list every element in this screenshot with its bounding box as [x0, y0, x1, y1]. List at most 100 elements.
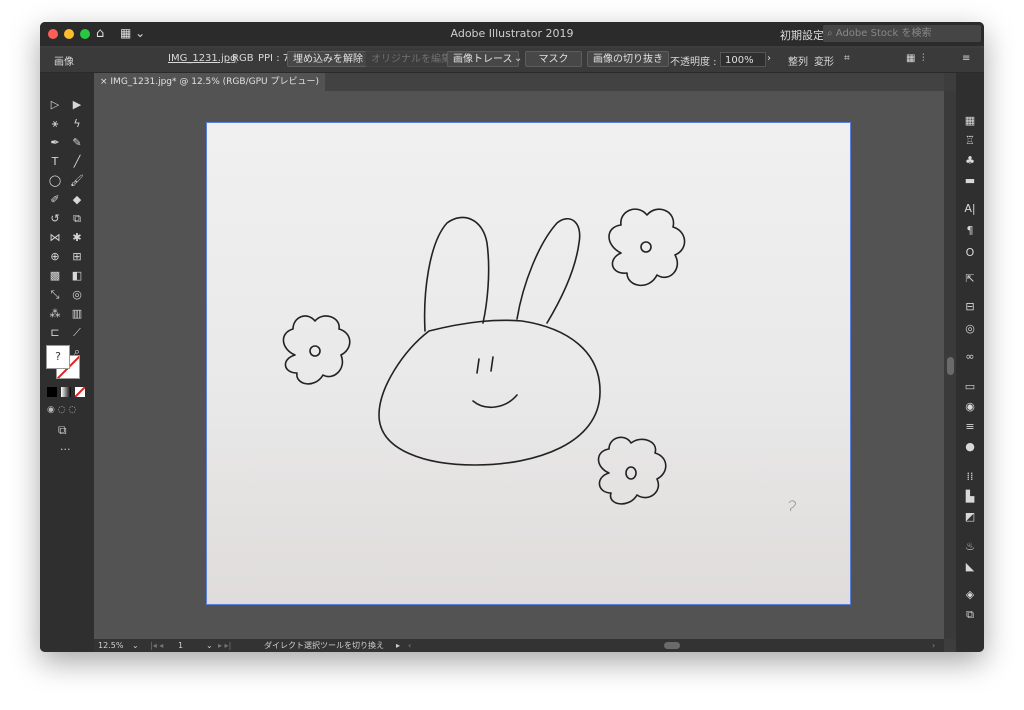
puppet-warp-tool-icon[interactable]: ✱ — [66, 228, 88, 247]
canvas-area[interactable] — [94, 91, 944, 639]
flower-left — [282, 315, 351, 385]
pathfinder-panel-icon[interactable]: ∞ — [962, 349, 978, 365]
gradient-panel-icon[interactable]: ▭ — [962, 379, 978, 395]
panel-layout-icon[interactable]: ⫶ — [922, 53, 925, 64]
opacity-expand-icon[interactable]: › — [767, 53, 771, 64]
symbol-sprayer-tool-icon[interactable]: ⁂ — [44, 304, 66, 323]
mask-button[interactable]: マスク — [525, 51, 582, 67]
layers-panel-icon[interactable]: ◈ — [962, 587, 978, 603]
export-panel-icon[interactable]: ⇱ — [962, 271, 978, 287]
next-last-artboard-icon[interactable]: ▸ ▸| — [218, 639, 231, 652]
transparency-panel-icon[interactable]: ● — [962, 439, 978, 455]
shape-builder-tool-icon[interactable]: ⊕ — [44, 247, 66, 266]
appearance-panel-icon[interactable]: ◎ — [962, 321, 978, 337]
color-panel-icon[interactable]: ◉ — [962, 399, 978, 415]
color-mode-icon[interactable] — [47, 387, 57, 397]
fill-stroke-swatches[interactable]: ? — [46, 345, 80, 379]
crop-image-button[interactable]: 画像の切り抜き — [587, 51, 669, 67]
document-tab[interactable]: × IMG_1231.jpg* @ 12.5% (RGB/GPU プレビュー) — [94, 73, 325, 91]
width-tool-icon[interactable]: ⋈ — [44, 228, 66, 247]
placed-image-artboard[interactable] — [206, 122, 851, 605]
arrange-documents-icon[interactable]: ▦ — [906, 53, 915, 64]
curvature-tool-icon[interactable]: ✎ — [66, 133, 88, 152]
rotate-tool-icon[interactable]: ↺ — [44, 209, 66, 228]
character-panel-icon[interactable]: A| — [962, 201, 978, 217]
scale-tool-icon[interactable]: ⧉ — [66, 209, 88, 228]
flower-top-right — [608, 208, 686, 287]
vertical-scrollbar[interactable] — [944, 91, 956, 639]
isolate-group-icon[interactable]: ⌗ — [844, 53, 850, 64]
artboard-dropdown-icon[interactable]: ⌄ — [206, 639, 213, 652]
linked-file-name[interactable]: IMG_1231.jpg — [168, 53, 236, 64]
gradient-mode-icon[interactable] — [61, 387, 71, 397]
symbols-panel-icon[interactable]: ♣ — [962, 153, 978, 169]
opentype-panel-icon[interactable]: O — [962, 245, 978, 261]
swatches-panel-icon[interactable]: ◣ — [962, 559, 978, 575]
selection-tool-icon[interactable]: ▷ — [44, 95, 66, 114]
paragraph-panel-icon[interactable]: ¶ — [962, 223, 978, 239]
transform-panel-icon[interactable]: ⁞⁞ — [962, 469, 978, 485]
gradient-tool-icon[interactable]: ◧ — [66, 266, 88, 285]
eraser-tool-icon[interactable]: ◆ — [66, 190, 88, 209]
flower-top-right-center — [640, 241, 652, 253]
scroll-left-icon[interactable]: ‹ — [408, 639, 411, 652]
links-panel-icon[interactable]: ⊟ — [962, 299, 978, 315]
brushes-panel-icon[interactable]: ♨ — [962, 539, 978, 555]
shaper-tool-icon[interactable]: ✐ — [44, 190, 66, 209]
artboards-panel-icon[interactable]: ⧉ — [962, 607, 978, 623]
bunny-right-ear-stroke — [516, 218, 581, 324]
graphic-styles-panel-icon[interactable]: ▬ — [962, 173, 978, 189]
control-bar-menu-icon[interactable]: ≡ — [962, 53, 970, 64]
vertical-scroll-thumb[interactable] — [947, 357, 954, 375]
magic-wand-tool-icon[interactable]: ⚹ — [44, 114, 66, 133]
control-bar: 画像 IMG_1231.jpg RGB PPI : 72 埋め込みを解除 オリジ… — [40, 48, 984, 73]
adobe-stock-search[interactable]: ⌕ Adobe Stock を検索 — [823, 25, 981, 42]
zoom-level-field[interactable]: 12.5% — [98, 639, 123, 652]
status-bar: 12.5% ⌄ |◂ ◂ 1 ⌄ ▸ ▸| ダイレクト選択ツールを切り換え ▸ … — [94, 639, 944, 652]
type-tool-icon[interactable]: T — [44, 152, 66, 171]
close-tab-icon[interactable]: × — [100, 77, 110, 87]
image-trace-dropdown-icon[interactable]: ⌄ — [514, 53, 522, 64]
column-graph-tool-icon[interactable]: ▥ — [66, 304, 88, 323]
lasso-tool-icon[interactable]: ϟ — [66, 114, 88, 133]
none-mode-icon[interactable] — [75, 387, 85, 397]
perspective-grid-tool-icon[interactable]: ⊞ — [66, 247, 88, 266]
opacity-field[interactable]: 100% — [720, 52, 766, 67]
pencil-mark — [788, 500, 796, 512]
transform-link[interactable]: 変形 — [814, 53, 834, 68]
artboard-number-field[interactable]: 1 — [178, 639, 183, 652]
align-link[interactable]: 整列 — [788, 53, 808, 68]
edit-toolbar-icon[interactable]: ··· — [60, 443, 71, 456]
flower-bottom-center — [625, 466, 637, 480]
bunny-eye-left — [476, 358, 480, 374]
unembed-button[interactable]: 埋め込みを解除 — [287, 51, 369, 67]
properties-panel-icon[interactable]: ▦ — [962, 113, 978, 129]
first-prev-artboard-icon[interactable]: |◂ ◂ — [150, 639, 163, 652]
image-trace-button[interactable]: 画像トレース — [447, 51, 519, 67]
zoom-dropdown-icon[interactable]: ⌄ — [132, 639, 139, 652]
slice-tool-icon[interactable]: ⟋ — [66, 323, 88, 342]
search-icon: ⌕ — [827, 28, 836, 39]
bunny-head-stroke — [378, 319, 601, 466]
libraries-panel-icon[interactable]: ♖ — [962, 133, 978, 149]
eyedropper-tool-icon[interactable]: ⤡ — [44, 285, 66, 304]
blend-tool-icon[interactable]: ◎ — [66, 285, 88, 304]
paintbrush-tool-icon[interactable]: 🖌 — [66, 171, 88, 190]
horizontal-scroll-thumb[interactable] — [664, 642, 680, 649]
draw-mode-icon[interactable]: ◉ ◌ ◌ — [47, 405, 76, 415]
status-menu-icon[interactable]: ▸ — [396, 639, 400, 652]
scroll-right-icon[interactable]: › — [932, 639, 935, 652]
pen-tool-icon[interactable]: ✒ — [44, 133, 66, 152]
pathfinder-shapes-icon[interactable]: ◩ — [962, 509, 978, 525]
line-segment-tool-icon[interactable]: ╱ — [66, 152, 88, 171]
direct-selection-tool-icon[interactable]: ▶ — [66, 95, 88, 114]
fill-swatch[interactable]: ? — [46, 345, 70, 369]
mesh-tool-icon[interactable]: ▩ — [44, 266, 66, 285]
edit-original-button[interactable]: オリジナルを編集 — [365, 51, 457, 67]
ellipse-tool-icon[interactable]: ◯ — [44, 171, 66, 190]
screen-mode-icon[interactable]: ⧉ — [58, 423, 67, 438]
stroke-panel-icon[interactable]: ≡ — [962, 419, 978, 435]
artboard-tool-icon[interactable]: ⊏ — [44, 323, 66, 342]
title-bar: ⌂ ▦ ⌄ Adobe Illustrator 2019 初期設定 ⌄ ⌕ Ad… — [40, 22, 984, 46]
align-panel-icon[interactable]: ▙ — [962, 489, 978, 505]
